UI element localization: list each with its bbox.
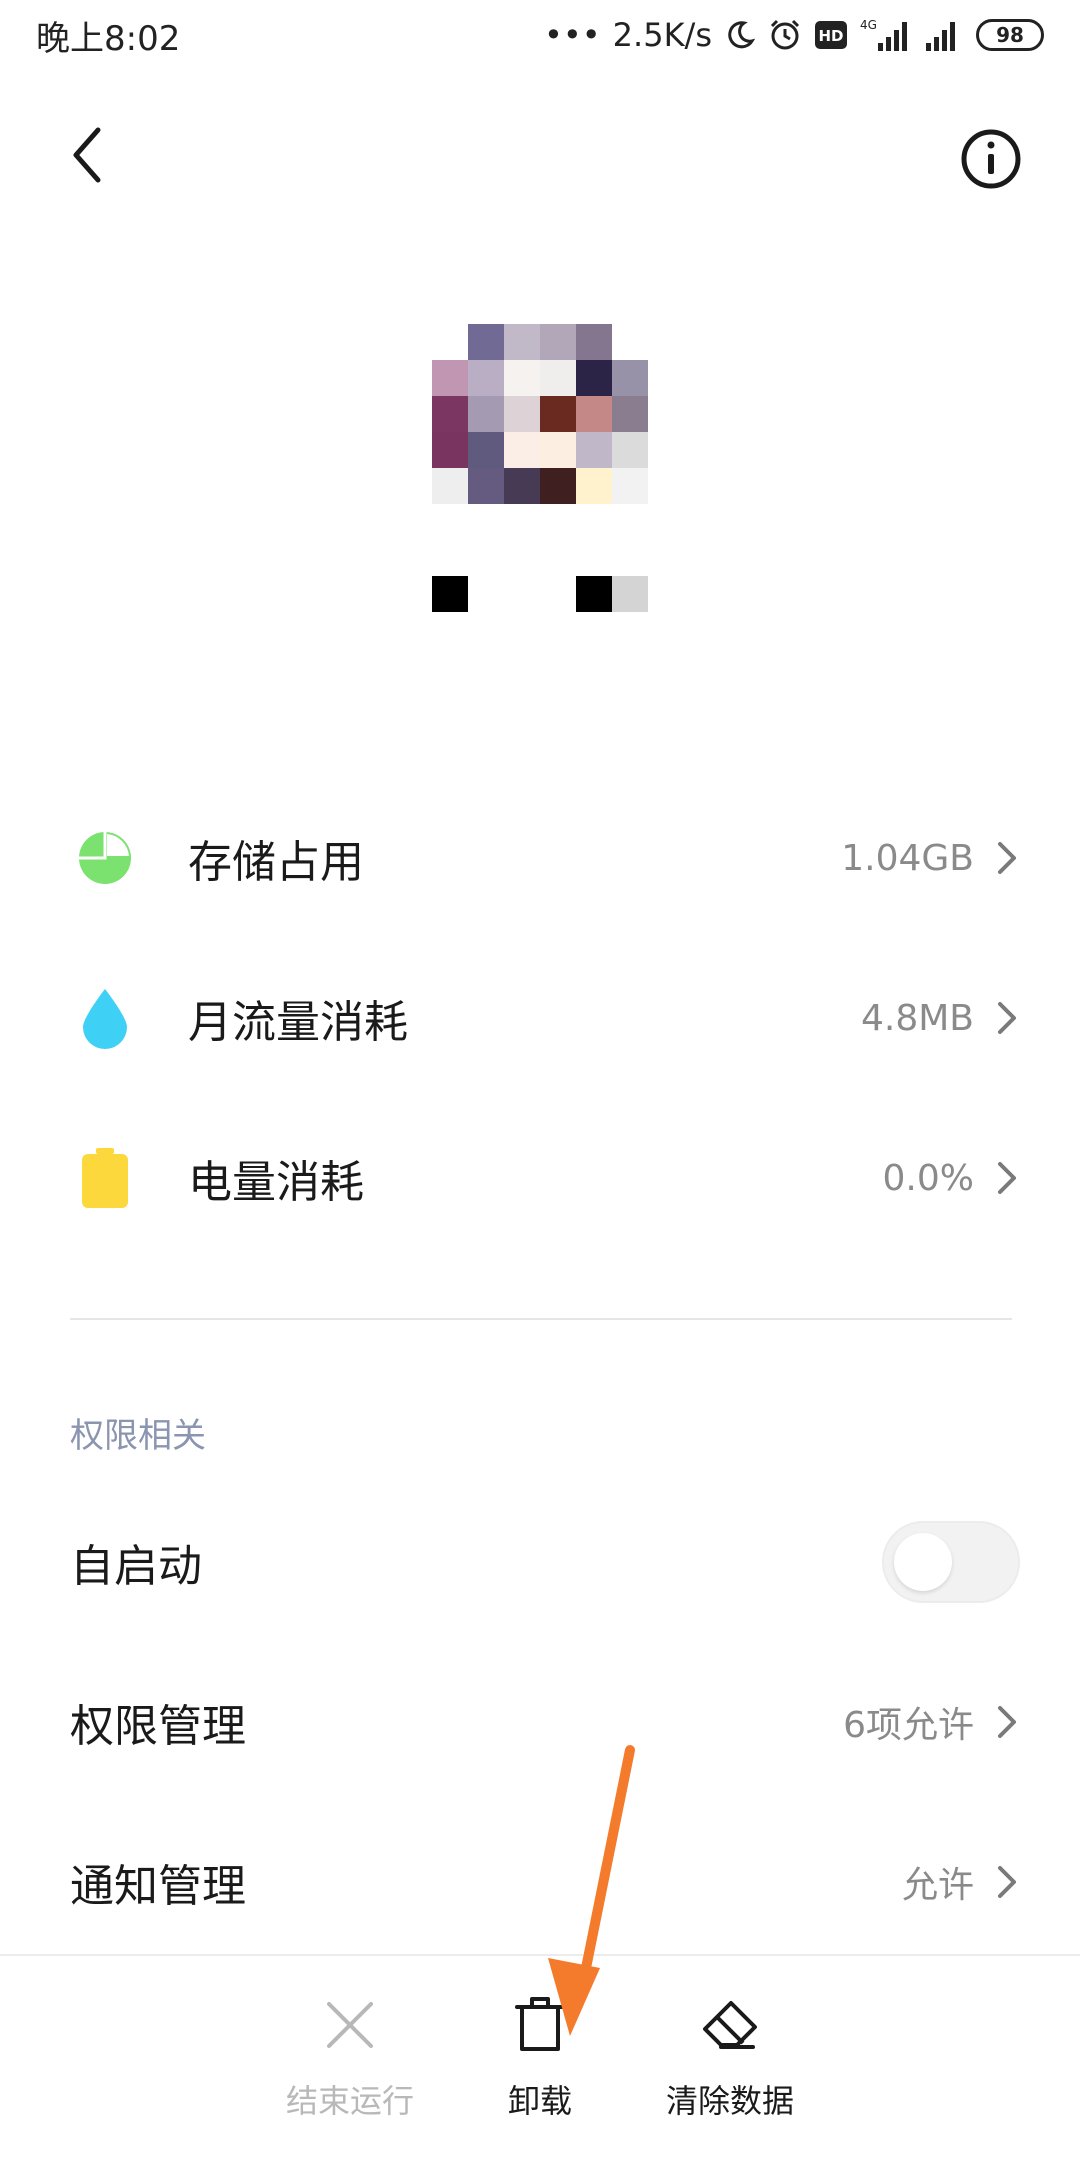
trash-icon (505, 1990, 575, 2060)
clear-data-label: 清除数据 (665, 2082, 794, 2120)
network-type-label: 4G (860, 18, 877, 32)
force-stop-label: 结束运行 (285, 2082, 414, 2120)
battery-indicator: 98 (976, 19, 1044, 51)
permissions-section-title: 权限相关 (70, 1416, 206, 1456)
autostart-label: 自启动 (70, 1541, 202, 1592)
app-info-screen: 晚上8:02 ••• 2.5K/s HD 4G 98 存储占用 1.04GB 月… (0, 0, 1080, 2160)
status-time: 晚上8:02 (36, 18, 181, 59)
notification-management-value: 允许 (901, 1865, 974, 1906)
battery-usage-row[interactable]: 电量消耗 0.0% (70, 1118, 1020, 1238)
permission-management-detail: 6项允许 (843, 1696, 1020, 1748)
battery-usage-label: 电量消耗 (188, 1157, 364, 1208)
chevron-right-icon (998, 842, 1016, 874)
close-icon (315, 1990, 385, 2060)
uninstall-button[interactable]: 卸载 (480, 1990, 600, 2140)
storage-label: 存储占用 (188, 837, 364, 888)
network-dots: ••• (544, 16, 601, 54)
data-usage-label: 月流量消耗 (188, 997, 408, 1048)
app-icon (432, 324, 648, 504)
permission-management-value: 6项允许 (843, 1705, 974, 1746)
status-icons: ••• 2.5K/s HD 4G 98 (544, 16, 1044, 54)
bottom-bar-divider (0, 1954, 1080, 1956)
status-bar: 晚上8:02 ••• 2.5K/s HD 4G 98 (0, 0, 1080, 70)
chevron-right-icon (998, 1162, 1016, 1194)
notification-management-row[interactable]: 通知管理 允许 (70, 1822, 1020, 1942)
signal-icon (924, 17, 964, 53)
back-arrow-icon (73, 127, 101, 183)
battery-icon (70, 1143, 140, 1213)
toggle-knob (894, 1533, 952, 1591)
data-usage-row[interactable]: 月流量消耗 4.8MB (70, 958, 1020, 1078)
alarm-icon (768, 18, 802, 52)
battery-usage-value: 0.0% (882, 1157, 974, 1199)
chevron-right-icon (998, 1002, 1016, 1034)
permission-management-row[interactable]: 权限管理 6项允许 (70, 1662, 1020, 1782)
section-divider (70, 1318, 1012, 1320)
storage-row[interactable]: 存储占用 1.04GB (70, 798, 1020, 918)
storage-value: 1.04GB (841, 837, 974, 879)
permission-management-label: 权限管理 (70, 1701, 246, 1752)
uninstall-label: 卸载 (507, 2082, 572, 2120)
notification-management-label: 通知管理 (70, 1861, 246, 1912)
force-stop-button[interactable]: 结束运行 (270, 1990, 430, 2140)
app-name-redacted (432, 576, 648, 612)
autostart-toggle[interactable] (882, 1521, 1020, 1603)
chevron-right-icon (998, 1706, 1016, 1738)
info-icon (961, 129, 1021, 189)
info-button[interactable] (958, 126, 1024, 192)
pie-chart-icon (70, 823, 140, 893)
back-button[interactable] (60, 120, 120, 190)
signal-4g-icon: 4G (860, 17, 912, 53)
network-speed: 2.5K/s (612, 16, 712, 54)
moon-icon (724, 19, 756, 51)
notification-management-detail: 允许 (902, 1856, 1020, 1908)
autostart-row[interactable]: 自启动 (70, 1502, 1020, 1622)
hd-label: HD (818, 27, 843, 45)
chevron-right-icon (998, 1866, 1016, 1898)
eraser-icon (695, 1990, 765, 2060)
water-drop-icon (70, 983, 140, 1053)
hd-icon: HD (814, 20, 848, 50)
data-usage-value: 4.8MB (860, 997, 974, 1039)
clear-data-button[interactable]: 清除数据 (650, 1990, 810, 2140)
